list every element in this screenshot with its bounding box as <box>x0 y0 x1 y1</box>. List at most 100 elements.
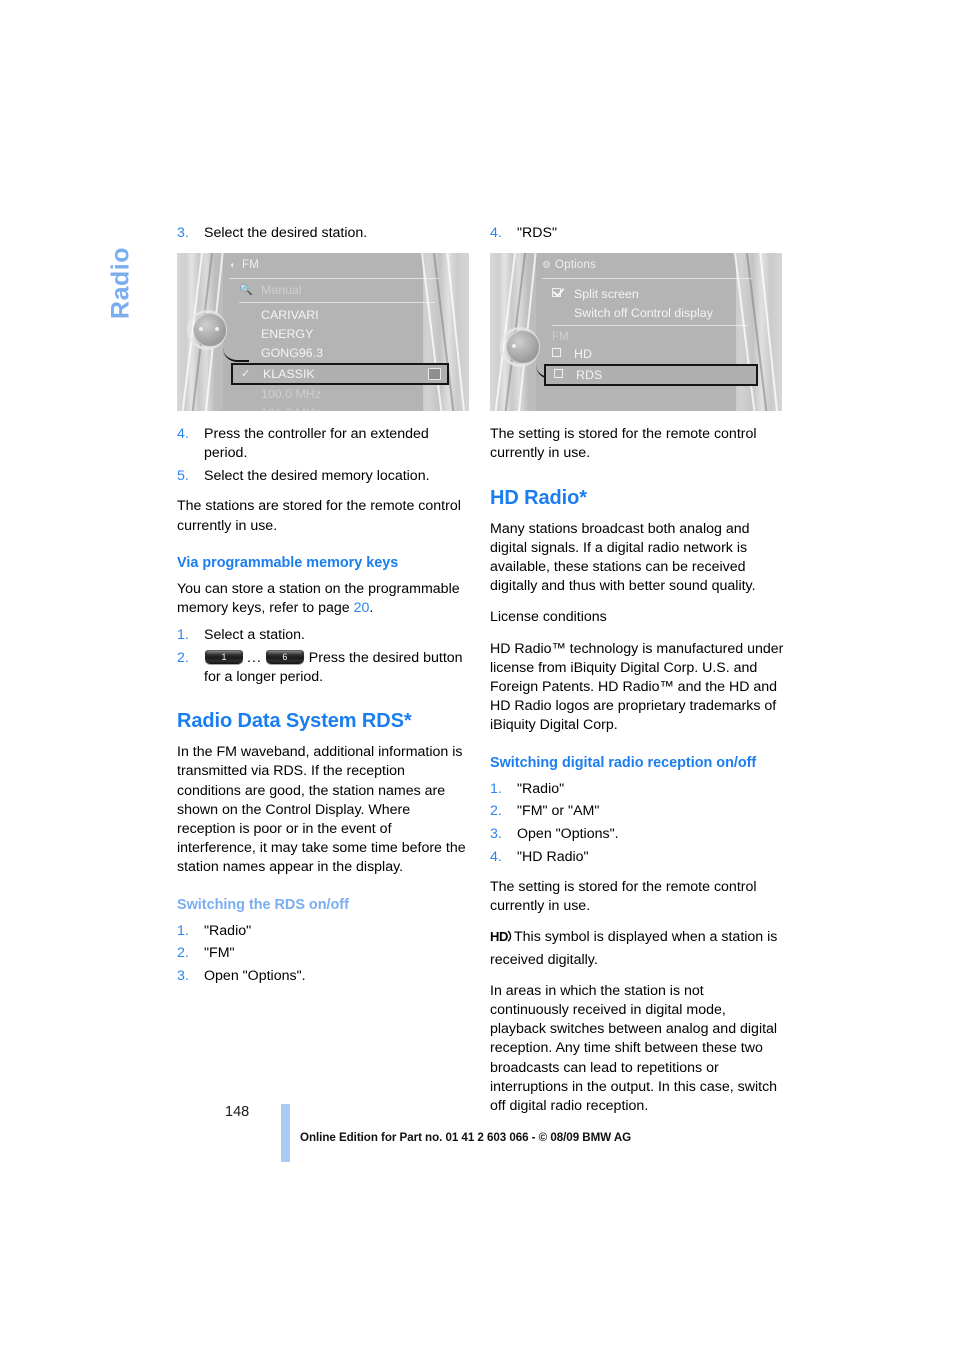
list-item-step4-right: 4. "RDS" <box>490 224 784 243</box>
hd-radio-symbol-icon: HD <box>490 929 512 950</box>
list-item-label: Split screen <box>574 287 639 302</box>
list-item-step3: 3. Select the desired station. <box>177 224 471 243</box>
options-icon: ⚙ <box>542 260 552 272</box>
memory-key-6-icon: 6 <box>265 649 304 664</box>
svg-text:D: D <box>499 929 508 944</box>
list-text: "RDS" <box>517 225 558 241</box>
list-text: Select the desired memory location. <box>204 468 430 485</box>
license-conditions-label: License conditions <box>490 609 607 626</box>
list-item[interactable]: GONG96.3 <box>239 344 447 363</box>
stations-stored-note: The stations are stored for the remote c… <box>177 498 461 534</box>
list-item[interactable]: 🔍 Manual <box>239 281 447 300</box>
list-text: "Radio" <box>204 922 252 939</box>
menu-rows: Split screen Switch off Control display … <box>544 285 760 387</box>
svg-text:H: H <box>490 929 499 944</box>
setting-stored-note-1: The setting is stored for the remote con… <box>490 426 757 462</box>
list-item-label: RDS <box>576 368 603 383</box>
list-item-label: ENERGY <box>261 327 314 342</box>
hd-symbol-note-text: This symbol is displayed when a station … <box>490 929 778 968</box>
list-text: Open "Options". <box>204 968 306 985</box>
options-menu-screenshot: ⚙ Options Split screen Switch off Control… <box>490 253 782 412</box>
list-number: 3. <box>177 225 189 241</box>
list-number: 5. <box>177 468 189 485</box>
divider <box>552 325 748 327</box>
list-number: 1. <box>490 780 502 797</box>
list-item-label: GONG96.3 <box>261 346 323 361</box>
check-icon: ✓ <box>241 368 251 381</box>
list-item-dig-4: 4. "HD Radio" <box>490 848 784 867</box>
menu-rows: 🔍 Manual CARIVARI ENERGY GONG96.3 ✓ KLAS… <box>231 281 449 411</box>
list-text: Select a station. <box>204 627 305 644</box>
ellipsis: ... <box>247 649 262 666</box>
list-item-rds-3: 3. Open "Options". <box>177 967 471 986</box>
screen-header-label: FM <box>242 259 260 272</box>
list-text: "FM" <box>204 945 235 962</box>
group-label-fm: FM <box>552 329 760 345</box>
page-number: 148 <box>225 1104 250 1120</box>
chapter-tab-label: Radio <box>106 247 135 319</box>
heading-radio-data-system: Radio Data System RDS* <box>177 710 412 733</box>
list-item-selected[interactable]: ✓ KLASSIK <box>231 363 449 386</box>
list-text: "HD Radio" <box>517 848 589 865</box>
hd-symbol-note: H D This symbol is displayed when a statio… <box>490 928 784 969</box>
list-item-dig-1: 1. "Radio" <box>490 780 784 799</box>
memory-keys-intro-b: . <box>369 599 374 616</box>
list-number: 4. <box>490 848 502 865</box>
knob-body <box>506 330 540 365</box>
radio-icon: ◖ <box>229 260 236 272</box>
checkbox-unchecked-icon <box>554 366 574 384</box>
list-number: 3. <box>490 826 502 843</box>
hd-radio-body-1: Many stations broadcast both analog and … <box>490 520 756 595</box>
header-divider <box>229 278 439 280</box>
memory-keys-intro-a: You can store a station on the programma… <box>177 580 460 616</box>
screen-header: ⚙ Options <box>542 259 742 275</box>
header-divider <box>542 278 752 280</box>
list-item-step5: 5. Select the desired memory location. <box>177 467 471 486</box>
list-item-dig-3: 3. Open "Options". <box>490 825 784 844</box>
heading-hd-radio: HD Radio* <box>490 486 587 509</box>
list-number: 2. <box>177 649 189 666</box>
list-text: Select the desired station. <box>204 225 368 241</box>
manual-page: Radio 3. Select the desired station. ◖ FM <box>0 0 954 1350</box>
knob-body <box>193 313 227 348</box>
list-number: 2. <box>177 945 189 962</box>
list-item[interactable]: 101.3 MHz <box>239 404 447 411</box>
list-item[interactable]: ENERGY <box>239 325 447 344</box>
heading-memory-keys: Via programmable memory keys <box>177 554 399 571</box>
list-item[interactable]: CARIVARI <box>239 306 447 325</box>
list-item-dig-2: 2. "FM" or "AM" <box>490 802 784 821</box>
setting-stored-note-2: The setting is stored for the remote con… <box>490 878 757 915</box>
list-item-label: 101.3 MHz <box>261 406 321 411</box>
memory-keys-intro: You can store a station on the programma… <box>177 580 471 618</box>
footer-accent-bar <box>281 1104 290 1162</box>
list-item-switch-off-display[interactable]: Switch off Control display <box>552 304 760 323</box>
divider <box>239 302 435 304</box>
hd-radio-body-3: In areas in which the station is not con… <box>490 982 778 1114</box>
split-screen-icon <box>428 368 441 381</box>
list-item-label: CARIVARI <box>261 308 319 323</box>
rds-body: In the FM waveband, additional informati… <box>177 744 466 876</box>
checkbox-unchecked-icon <box>552 345 572 364</box>
list-item-split-screen[interactable]: Split screen <box>552 285 760 304</box>
list-number: 4. <box>490 225 502 241</box>
decor-line <box>757 253 781 412</box>
list-item-rds-2: 2. "FM" <box>177 944 471 963</box>
chapter-tab: Radio <box>104 218 138 348</box>
list-text: Open "Options". <box>517 826 619 843</box>
list-item-label: Manual <box>261 283 302 298</box>
search-icon: 🔍 <box>239 284 253 297</box>
checkbox-checked-icon <box>552 285 572 304</box>
list-item[interactable]: 100.0 MHz <box>239 385 447 404</box>
idrive-controller-icon <box>185 308 229 352</box>
list-text: 1... 6 Press the desired button for a lon… <box>204 649 463 685</box>
screen-header-label: Options <box>555 259 597 272</box>
list-number: 1. <box>177 627 189 644</box>
footer-text: Online Edition for Part no. 01 41 2 603 … <box>300 1131 632 1144</box>
list-number: 1. <box>177 922 189 939</box>
list-item-rds-1: 1. "Radio" <box>177 922 471 941</box>
page-reference-link[interactable]: 20 <box>354 600 370 616</box>
list-item-rds-selected[interactable]: RDS <box>544 364 758 387</box>
group-label: FM <box>552 331 569 344</box>
list-item-hd[interactable]: HD <box>552 345 760 364</box>
heading-switching-digital-radio: Switching digital radio reception on/off <box>490 754 757 771</box>
